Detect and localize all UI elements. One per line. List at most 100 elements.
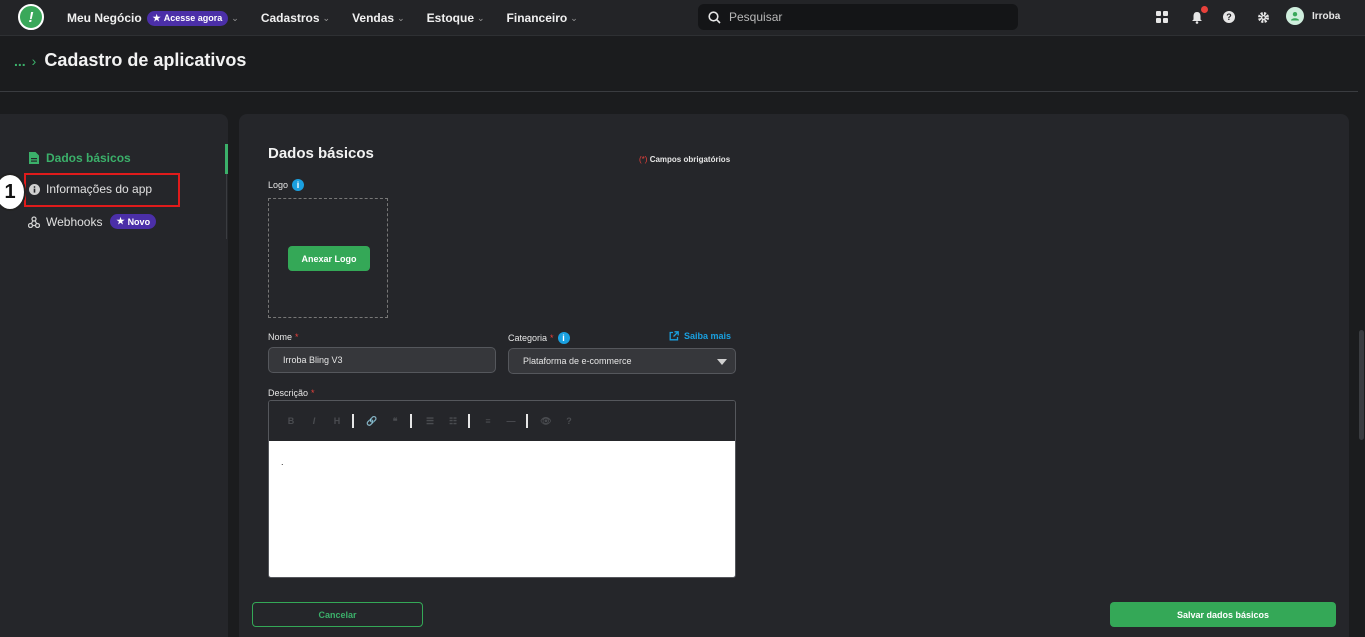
logo-label: Logo i — [268, 179, 305, 191]
sidebar-item-label: Webhooks — [46, 214, 103, 229]
horizontal-rule-icon[interactable]: — — [503, 414, 519, 428]
caret-down-icon — [717, 359, 727, 365]
category-select[interactable]: Plataforma de e-commerce — [508, 348, 736, 374]
label-text: Logo — [268, 180, 289, 190]
acesse-agora-badge[interactable]: ★ Acesse agora — [146, 10, 229, 26]
preview-icon[interactable]: 👁 — [538, 414, 554, 428]
user-icon — [1291, 12, 1299, 21]
notification-badge — [1201, 6, 1208, 13]
required-asterisk: * — [311, 388, 315, 398]
nav-cadastros[interactable]: Cadastros ⌄ — [261, 11, 330, 25]
bold-icon[interactable]: B — [283, 414, 299, 428]
name-label: Nome * — [268, 332, 299, 342]
novo-badge: ★ Novo — [110, 214, 157, 229]
breadcrumb: ... › Cadastro de aplicativos — [14, 50, 246, 71]
nav-meu-negocio[interactable]: Meu Negócio ★ Acesse agora ⌄ — [67, 10, 239, 26]
nav-financeiro[interactable]: Financeiro ⌄ — [507, 11, 578, 25]
document-icon — [28, 152, 40, 164]
svg-text:?: ? — [1226, 12, 1232, 22]
category-selected-value: Plataforma de e-commerce — [523, 356, 632, 366]
category-label: Categoria * i — [508, 332, 570, 344]
nav-estoque[interactable]: Estoque ⌄ — [427, 11, 485, 25]
gear-icon[interactable] — [1255, 9, 1271, 25]
editor-toolbar: B I H 🔗 ❝ ☰ ☷ ≡ — 👁 ? — [269, 401, 735, 441]
label-text: Categoria — [508, 333, 548, 343]
user-menu[interactable]: Irroba — [1286, 7, 1340, 25]
user-name: Irroba — [1312, 10, 1341, 22]
app-logo[interactable]: ! — [18, 4, 44, 30]
description-editor: B I H 🔗 ❝ ☰ ☷ ≡ — 👁 ? . — [268, 400, 736, 578]
required-asterisk: * — [295, 332, 299, 342]
chevron-down-icon: ⌄ — [397, 12, 405, 23]
scrollbar-thumb[interactable] — [1359, 330, 1364, 440]
description-label: Descrição * — [268, 388, 315, 398]
nav-label: Meu Negócio — [67, 11, 142, 25]
external-link-icon — [669, 331, 679, 341]
toolbar-separator — [526, 414, 528, 428]
nav-vendas[interactable]: Vendas ⌄ — [352, 11, 405, 25]
bell-icon[interactable] — [1189, 6, 1208, 25]
star-icon: ★ — [116, 216, 125, 226]
ordered-list-icon[interactable]: ☷ — [445, 414, 461, 428]
active-indicator — [225, 144, 228, 174]
search-input[interactable] — [729, 10, 989, 24]
sidebar-item-label: Dados básicos — [46, 151, 131, 165]
search-box[interactable] — [698, 4, 1018, 30]
cancel-button[interactable]: Cancelar — [252, 602, 423, 627]
top-navigation-bar: ! Meu Negócio ★ Acesse agora ⌄ Cadastros… — [0, 0, 1365, 36]
nav-label: Estoque — [426, 11, 474, 25]
label-text: Descrição — [268, 388, 309, 398]
link-text: Saiba mais — [684, 331, 732, 341]
badge-label: Novo — [127, 216, 151, 227]
save-button[interactable]: Salvar dados básicos — [1110, 602, 1336, 627]
attach-logo-button[interactable]: Anexar Logo — [288, 246, 370, 271]
toolbar-separator — [410, 414, 412, 428]
label-text: Nome — [268, 332, 293, 342]
nav-label: Cadastros — [260, 11, 320, 25]
required-note-text: Campos obrigatórios — [649, 155, 731, 164]
info-icon[interactable]: i — [292, 179, 305, 191]
help-icon[interactable]: ? — [1221, 9, 1237, 25]
section-title: Dados básicos — [268, 145, 374, 162]
annotation-highlight-box — [24, 173, 180, 207]
description-textarea[interactable]: . — [269, 441, 735, 577]
unordered-list-icon[interactable]: ☰ — [422, 414, 438, 428]
name-field-wrapper — [268, 347, 496, 373]
heading-icon[interactable]: H — [329, 414, 345, 428]
search-icon — [708, 10, 721, 24]
chevron-down-icon: ⌄ — [477, 12, 485, 23]
required-mark: (*) — [639, 155, 648, 164]
star-icon: ★ — [152, 12, 161, 23]
nav-label: Financeiro — [506, 11, 568, 25]
required-fields-note: (*) Campos obrigatórios — [639, 155, 730, 164]
nav-label: Vendas — [352, 11, 395, 25]
badge-label: Acesse agora — [163, 13, 223, 23]
name-field[interactable] — [283, 355, 495, 365]
quote-icon[interactable]: ❝ — [387, 414, 403, 428]
required-asterisk: * — [550, 333, 554, 343]
italic-icon[interactable]: I — [306, 414, 322, 428]
apps-grid-icon[interactable] — [1154, 9, 1170, 25]
toolbar-separator — [352, 414, 354, 428]
divider — [0, 91, 1360, 92]
dados-basicos-card: Dados básicos (*) Campos obrigatórios Lo… — [239, 114, 1349, 637]
logo-dropzone[interactable]: Anexar Logo — [268, 198, 388, 318]
chevron-down-icon: ⌄ — [231, 12, 239, 23]
align-icon[interactable]: ≡ — [480, 414, 496, 428]
page-title: Cadastro de aplicativos — [44, 50, 247, 70]
saiba-mais-link[interactable]: Saiba mais — [669, 331, 731, 341]
chevron-down-icon: ⌄ — [322, 12, 331, 23]
link-icon[interactable]: 🔗 — [364, 414, 380, 428]
sidebar-track — [226, 174, 227, 239]
sidebar-item-webhooks[interactable]: Webhooks ★ Novo — [28, 214, 157, 229]
webhook-icon — [28, 215, 40, 228]
toolbar-separator — [468, 414, 470, 428]
breadcrumb-separator: › — [31, 52, 37, 69]
sidebar-item-dados-basicos[interactable]: Dados básicos — [28, 151, 131, 165]
breadcrumb-ellipsis[interactable]: ... — [14, 53, 26, 69]
avatar — [1286, 7, 1304, 25]
help-icon[interactable]: ? — [561, 414, 577, 428]
info-icon[interactable]: i — [557, 332, 570, 344]
main-nav: Meu Negócio ★ Acesse agora ⌄ Cadastros ⌄… — [67, 0, 600, 36]
chevron-down-icon: ⌄ — [570, 12, 578, 23]
